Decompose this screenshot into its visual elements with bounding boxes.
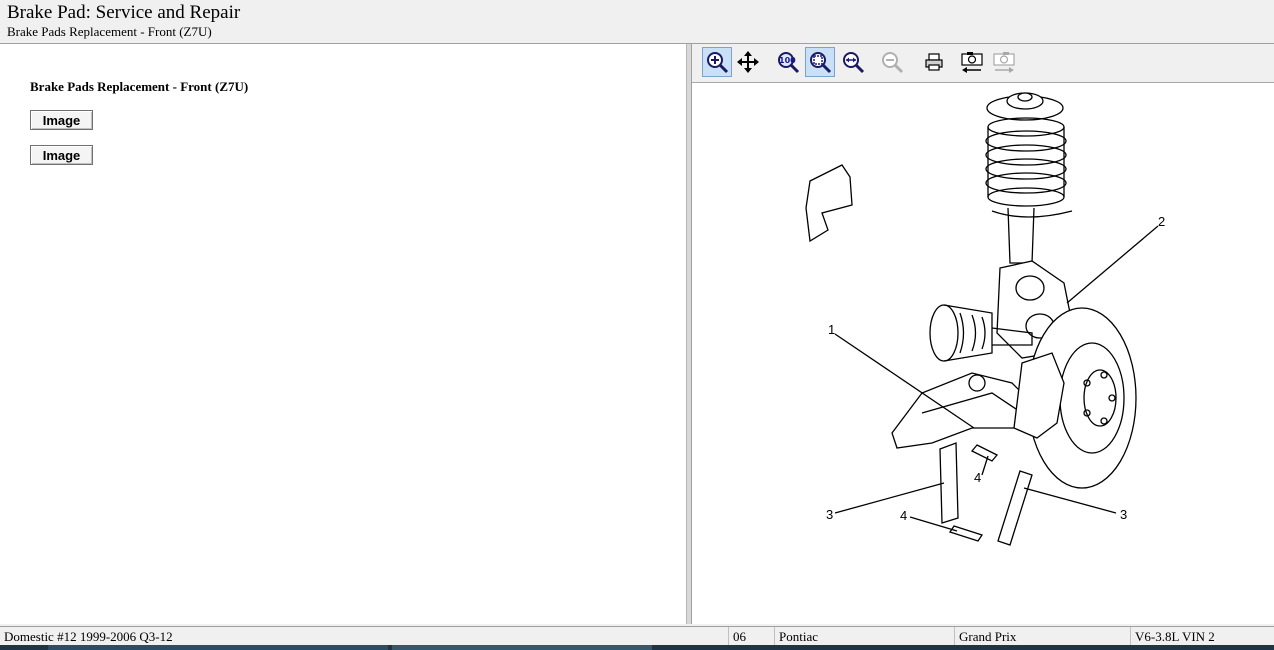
procedure-heading: Brake Pads Replacement - Front (Z7U): [30, 79, 249, 94]
zoom-width-button[interactable]: [838, 47, 868, 77]
header-bar: Brake Pad: Service and Repair Brake Pads…: [0, 0, 1274, 44]
image-pane: 100 1 2 3 3 4 4: [692, 44, 1274, 624]
image-button-1[interactable]: Image: [30, 110, 93, 130]
status-model: Grand Prix: [954, 627, 1130, 646]
image-toolbar: 100: [692, 44, 1274, 83]
taskbar-edge: [0, 645, 1274, 650]
direction-arrow-icon: [805, 164, 853, 243]
page-title: Brake Pad: Service and Repair: [7, 2, 241, 23]
callout-1: 1: [828, 322, 835, 337]
previous-image-button[interactable]: [957, 47, 987, 77]
status-year: 06: [728, 627, 774, 646]
previous-image-icon: [961, 52, 983, 73]
callout-4-lower: 4: [900, 508, 907, 523]
image-button-2[interactable]: Image: [30, 145, 93, 165]
outer-brake-pad: [997, 470, 1033, 546]
zoom-out-icon: [882, 52, 904, 74]
next-image-icon: [993, 52, 1015, 73]
zoom-fit-button[interactable]: [805, 47, 835, 77]
zoom-100-button[interactable]: 100: [773, 47, 803, 77]
callout-3-right: 3: [1120, 507, 1127, 522]
zoom-in-button[interactable]: [702, 47, 732, 77]
zoom-in-icon: [707, 52, 729, 74]
zoom-fit-icon: [810, 52, 832, 74]
print-icon: [925, 53, 943, 71]
print-button[interactable]: [919, 47, 949, 77]
status-make: Pontiac: [774, 627, 954, 646]
callout-2: 2: [1158, 214, 1165, 229]
page-subtitle: Brake Pads Replacement - Front (Z7U): [7, 24, 212, 39]
zoom-100-icon: 100: [778, 52, 800, 74]
zoom-out-button[interactable]: [877, 47, 907, 77]
zoom-width-icon: [843, 52, 865, 74]
pad-clip-upper: [970, 444, 999, 462]
document-pane: Brake Pads Replacement - Front (Z7U) Ima…: [0, 44, 687, 624]
status-engine: V6-3.8L VIN 2: [1130, 627, 1274, 646]
callout-3-left: 3: [826, 507, 833, 522]
status-database: Domestic #12 1999-2006 Q3-12: [4, 629, 173, 644]
svg-text:100: 100: [779, 56, 796, 65]
pad-clip-lower: [948, 525, 984, 542]
next-image-button[interactable]: [989, 47, 1019, 77]
pan-button[interactable]: [733, 47, 763, 77]
status-bar: Domestic #12 1999-2006 Q3-12 06 Pontiac …: [0, 626, 1274, 646]
brake-assembly-diagram[interactable]: 1 2 3 3 4 4: [692, 83, 1274, 624]
pan-icon: [737, 51, 759, 73]
coil-spring: [985, 117, 1067, 207]
callout-4-upper: 4: [974, 470, 981, 485]
